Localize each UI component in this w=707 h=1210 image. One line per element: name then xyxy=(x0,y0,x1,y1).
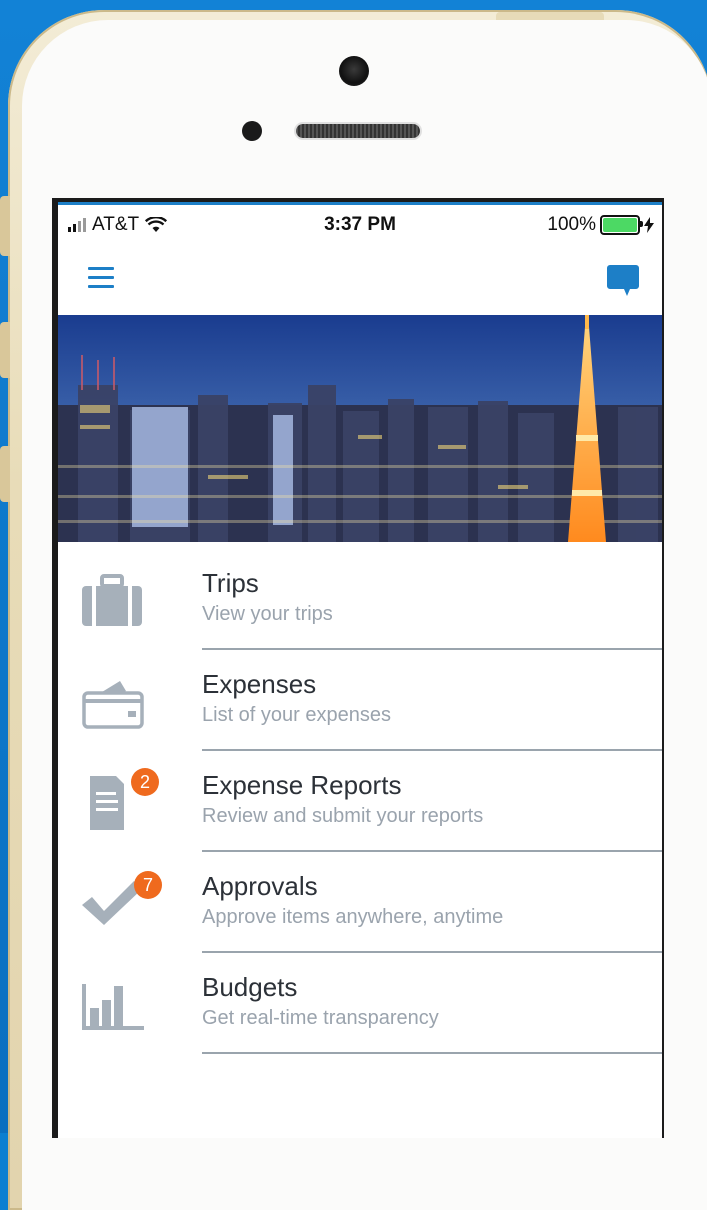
menu-item-expenses[interactable]: Expenses List of your expenses xyxy=(58,653,662,754)
menu-item-text: Budgets Get real-time transparency xyxy=(202,966,662,1054)
app-display: AT&T 3:37 PM 100% Trips View your trips … xyxy=(58,202,662,1138)
earpiece-speaker xyxy=(296,124,420,138)
menu-item-text: Expense Reports Review and submit your r… xyxy=(202,764,662,852)
phone-screen: AT&T 3:37 PM 100% Trips View your trips … xyxy=(52,198,664,1138)
menu-item-title: Approvals xyxy=(202,871,318,901)
menu-item-approvals[interactable]: 7 Approvals Approve items anywhere, anyt… xyxy=(58,855,662,956)
charging-bolt-icon xyxy=(644,217,654,233)
menu-item-title: Expenses xyxy=(202,669,317,699)
front-camera xyxy=(339,56,369,86)
proximity-sensor xyxy=(242,121,262,141)
mute-switch xyxy=(0,196,10,256)
status-bar: AT&T 3:37 PM 100% xyxy=(58,202,662,245)
menu-item-subtitle: Review and submit your reports xyxy=(202,805,484,827)
city-skyline-illustration xyxy=(58,315,662,542)
credit-card-icon xyxy=(82,681,144,729)
menu-item-title: Trips xyxy=(202,568,259,598)
menu-item-title: Budgets xyxy=(202,972,298,1002)
briefcase-icon xyxy=(82,574,142,626)
menu-item-subtitle: List of your expenses xyxy=(202,704,391,726)
battery-percent: 100% xyxy=(547,214,596,235)
menu-item-text: Trips View your trips xyxy=(202,562,662,650)
notification-badge: 7 xyxy=(134,871,162,899)
bar-chart-icon xyxy=(82,984,144,1030)
hero-city-image xyxy=(58,315,662,542)
menu-item-trips[interactable]: Trips View your trips xyxy=(58,552,662,653)
menu-item-title: Expense Reports xyxy=(202,770,402,800)
main-menu: Trips View your trips Expenses List of y… xyxy=(58,542,662,1057)
menu-item-expense-reports[interactable]: 2 Expense Reports Review and submit your… xyxy=(58,754,662,855)
app-bar xyxy=(58,245,662,315)
battery-icon xyxy=(600,215,643,235)
menu-item-text: Approvals Approve items anywhere, anytim… xyxy=(202,865,662,953)
menu-item-subtitle: Approve items anywhere, anytime xyxy=(202,906,504,928)
hamburger-menu-icon[interactable] xyxy=(88,267,114,289)
volume-down-button xyxy=(0,446,10,502)
notification-badge: 2 xyxy=(131,768,159,796)
volume-up-button xyxy=(0,322,10,378)
status-right: 100% xyxy=(547,214,654,236)
menu-item-subtitle: View your trips xyxy=(202,603,333,625)
menu-item-text: Expenses List of your expenses xyxy=(202,663,662,751)
chat-bubble-icon[interactable] xyxy=(606,263,640,299)
menu-item-subtitle: Get real-time transparency xyxy=(202,1007,439,1029)
menu-item-budgets[interactable]: Budgets Get real-time transparency xyxy=(58,956,662,1057)
